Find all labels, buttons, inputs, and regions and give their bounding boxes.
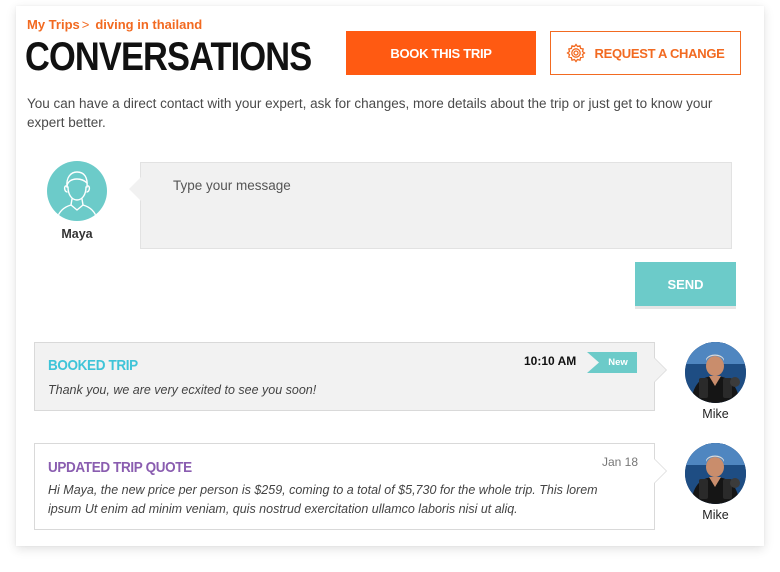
message-time: 10:10 AM [524,354,577,368]
breadcrumb: My Trips > diving in thailand [27,17,202,32]
user-outline-icon [56,171,98,220]
message-title: UPDATED TRIP QUOTE [48,459,192,476]
message-input[interactable] [141,163,731,248]
breadcrumb-current: diving in thailand [95,17,203,32]
gear-icon [566,43,587,63]
status-badge: New [587,352,637,373]
composer-pointer [129,177,141,201]
page-title: CONVERSATIONS [25,35,312,79]
maya-name: Maya [61,227,93,241]
message-date: Jan 18 [601,455,638,469]
list-item[interactable]: UPDATED TRIP QUOTE Jan 18 Hi Maya, the n… [34,443,667,530]
avatar [47,161,107,221]
message-body: Hi Maya, the new price per person is $25… [48,483,598,516]
mike-photo [685,443,746,504]
request-change-button[interactable]: REQUEST A CHANGE [550,31,741,75]
request-change-label: REQUEST A CHANGE [594,45,725,61]
breadcrumb-my-trips-link[interactable]: My Trips [27,17,80,32]
mike-photo [685,342,746,403]
mike-name: Mike [702,407,729,421]
list-item[interactable]: BOOKED TRIP Thank you, we are very ecxit… [34,342,667,411]
message-composer [129,162,732,249]
mike-name: Mike [702,508,729,522]
message-pointer [654,459,666,483]
send-button[interactable]: SEND [635,262,736,306]
message-title: BOOKED TRIP [48,357,138,374]
message-pointer [654,358,666,382]
message-body: Thank you, we are very ecxited to see yo… [48,383,317,397]
book-trip-button[interactable]: BOOK THIS TRIP [346,31,536,75]
intro-text: You can have a direct contact with your … [27,96,713,130]
avatar [685,342,746,403]
avatar [685,443,746,504]
breadcrumb-separator: > [81,17,90,32]
